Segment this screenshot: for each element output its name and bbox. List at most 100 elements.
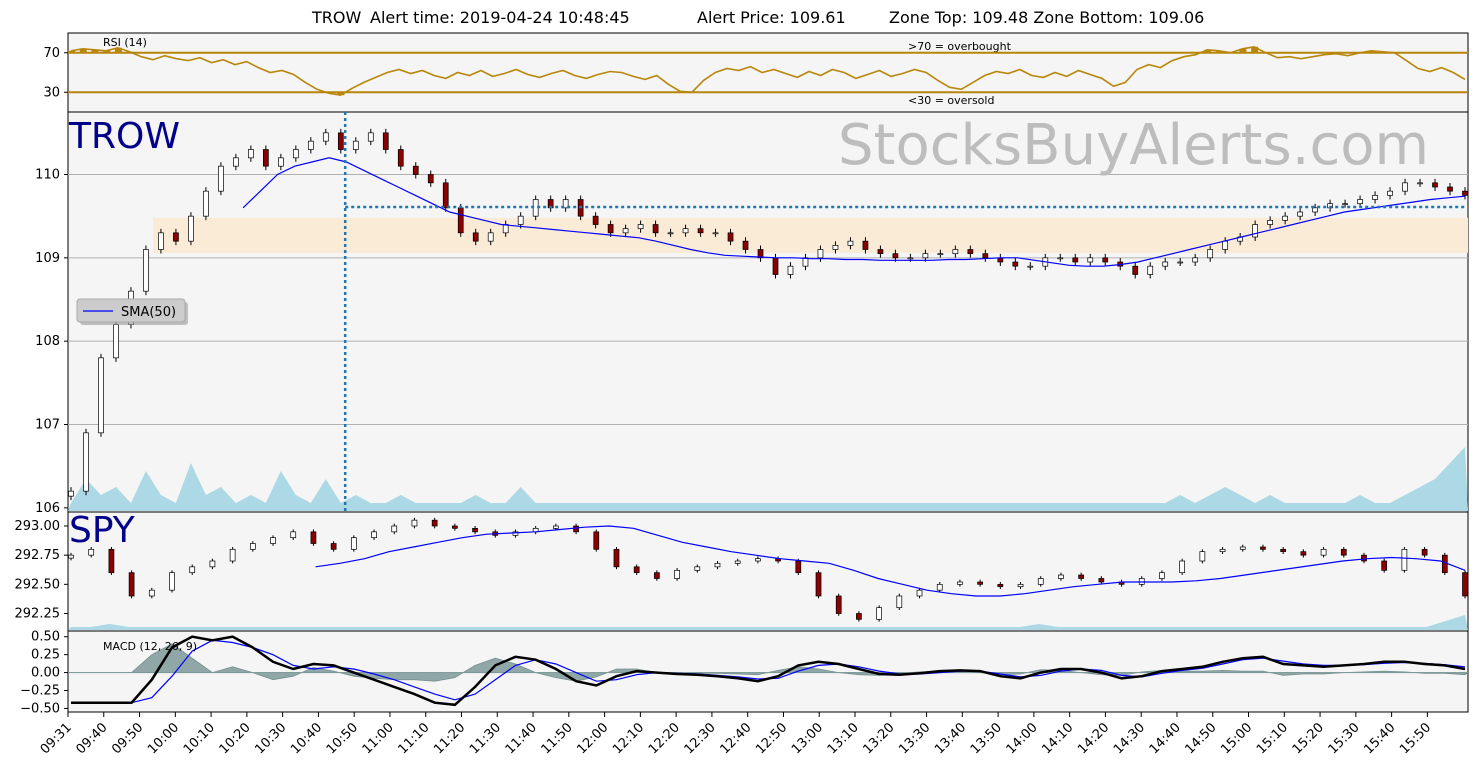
spy-candle-body bbox=[350, 537, 357, 550]
spy-candle-body bbox=[977, 581, 983, 585]
spy-candle-body bbox=[1320, 548, 1327, 556]
trow-candle-body bbox=[607, 224, 614, 234]
trow-panel: StocksBuyAlerts.com TROW SMA(50) bbox=[67, 111, 1469, 513]
trow-candle-body bbox=[877, 249, 884, 255]
stock-alert-chart: TROW Alert time: 2019-04-24 10:48:45 Ale… bbox=[0, 0, 1481, 770]
trow-candle-body bbox=[787, 265, 794, 275]
spy-candle-body bbox=[209, 560, 216, 568]
spy-candle-body bbox=[249, 543, 256, 550]
spy-symbol-label: SPY bbox=[69, 510, 136, 551]
spy-candle-body bbox=[1421, 548, 1428, 556]
trow-candle-body bbox=[1177, 261, 1184, 264]
trow-candle-body bbox=[442, 182, 449, 209]
trow-candle-body bbox=[1057, 257, 1064, 260]
title-alert-time: Alert time: 2019-04-24 10:48:45 bbox=[370, 8, 630, 27]
spy-candle-body bbox=[1361, 554, 1367, 562]
spy-candle-body bbox=[148, 589, 155, 597]
macd-ytick-label: 0.00 bbox=[31, 666, 60, 681]
trow-candle-body bbox=[218, 165, 224, 192]
trow-candle-body bbox=[1087, 257, 1094, 263]
spy-candle-body bbox=[815, 572, 822, 597]
spy-candle-body bbox=[108, 548, 115, 574]
spy-candle-body bbox=[795, 560, 802, 574]
spy-ytick-label: 292.25 bbox=[15, 607, 61, 622]
spy-candle-body bbox=[270, 537, 276, 544]
trow-candle-body bbox=[1312, 207, 1318, 213]
trow-candle-body bbox=[1222, 240, 1229, 250]
trow-candle-body bbox=[113, 324, 119, 359]
spy-candle-body bbox=[674, 569, 680, 579]
spy-candle-body bbox=[189, 566, 196, 574]
trow-candle-body bbox=[1132, 265, 1139, 275]
trow-candle-body bbox=[307, 140, 314, 150]
trow-candle-body bbox=[667, 232, 674, 235]
spy-candle-body bbox=[229, 548, 236, 562]
rsi-panel: RSI (14) >70 = overbought <30 = oversold bbox=[67, 32, 1469, 113]
trow-candle-body bbox=[487, 232, 494, 242]
trow-candle-body bbox=[143, 249, 149, 292]
trow-candle-body bbox=[188, 215, 194, 242]
chart-title: TROW Alert time: 2019-04-24 10:48:45 Ale… bbox=[311, 8, 1204, 27]
trow-candle-body bbox=[322, 132, 329, 142]
trow-candle-body bbox=[937, 253, 944, 256]
trow-candle-body bbox=[622, 228, 629, 234]
trow-candle-body bbox=[712, 232, 719, 235]
trow-candle-body bbox=[697, 228, 704, 234]
spy-candle-body bbox=[1260, 546, 1266, 550]
macd-ytick-label: −0.25 bbox=[20, 683, 60, 698]
trow-candle-body bbox=[352, 140, 359, 150]
spy-candle-body bbox=[936, 583, 943, 591]
trow-candle-body bbox=[457, 207, 464, 234]
trow-candle-body bbox=[772, 257, 779, 275]
trow-candle-body bbox=[952, 249, 959, 255]
spy-candle-body bbox=[633, 566, 640, 574]
trow-candle-body bbox=[847, 240, 854, 246]
spy-ytick-label: 292.75 bbox=[15, 548, 61, 563]
trow-candle-body bbox=[1447, 186, 1453, 192]
spy-candle-body bbox=[391, 525, 398, 533]
spy-candle-body bbox=[1058, 574, 1064, 579]
spy-candle-body bbox=[755, 558, 761, 562]
trow-ytick-label: 107 bbox=[35, 418, 60, 433]
spy-candle-body bbox=[835, 595, 842, 614]
spy-candle-body bbox=[371, 531, 377, 539]
spy-candle-body bbox=[1199, 551, 1206, 562]
trow-candle-body bbox=[367, 132, 374, 142]
trow-candle-body bbox=[1192, 257, 1199, 263]
trow-candle-body bbox=[727, 232, 734, 242]
trow-candle-body bbox=[292, 149, 299, 159]
trow-candle-body bbox=[1342, 203, 1348, 206]
trow-candle-body bbox=[158, 232, 164, 250]
spy-ytick-label: 292.50 bbox=[15, 577, 61, 592]
spy-candle-body bbox=[613, 548, 620, 568]
rsi-overbought-label: >70 = overbought bbox=[908, 40, 1012, 53]
trow-candle-body bbox=[817, 249, 824, 259]
trow-candle-body bbox=[682, 228, 689, 234]
trow-ytick-label: 108 bbox=[35, 334, 60, 349]
spy-candle-body bbox=[472, 527, 478, 533]
trow-candle-body bbox=[1417, 182, 1423, 185]
trow-candle-body bbox=[922, 253, 929, 259]
spy-candle-body bbox=[128, 572, 135, 597]
trow-candle-body bbox=[277, 157, 284, 167]
trow-ytick-label: 106 bbox=[35, 501, 60, 516]
trow-candle-body bbox=[517, 215, 524, 225]
watermark: StocksBuyAlerts.com bbox=[838, 113, 1429, 178]
trow-candle-body bbox=[832, 244, 839, 250]
spy-candle-body bbox=[310, 531, 317, 544]
spy-candle-body bbox=[68, 554, 74, 559]
spy-candle-body bbox=[1017, 583, 1024, 588]
trow-candle-body bbox=[427, 174, 434, 184]
trow-candle-body bbox=[982, 253, 989, 259]
spy-candle-body bbox=[1037, 578, 1044, 585]
trow-candle-body bbox=[1207, 249, 1214, 259]
trow-candle-body bbox=[502, 224, 509, 234]
trow-candle-body bbox=[1387, 190, 1393, 196]
trow-candle-body bbox=[233, 157, 239, 167]
spy-candle-body bbox=[1179, 560, 1186, 574]
sma-legend: SMA(50) bbox=[76, 298, 188, 325]
trow-candle-body bbox=[1282, 215, 1288, 221]
trow-candle-body bbox=[652, 224, 659, 234]
spy-candle-body bbox=[330, 543, 337, 550]
macd-label: MACD (12, 26, 9) bbox=[103, 640, 197, 653]
